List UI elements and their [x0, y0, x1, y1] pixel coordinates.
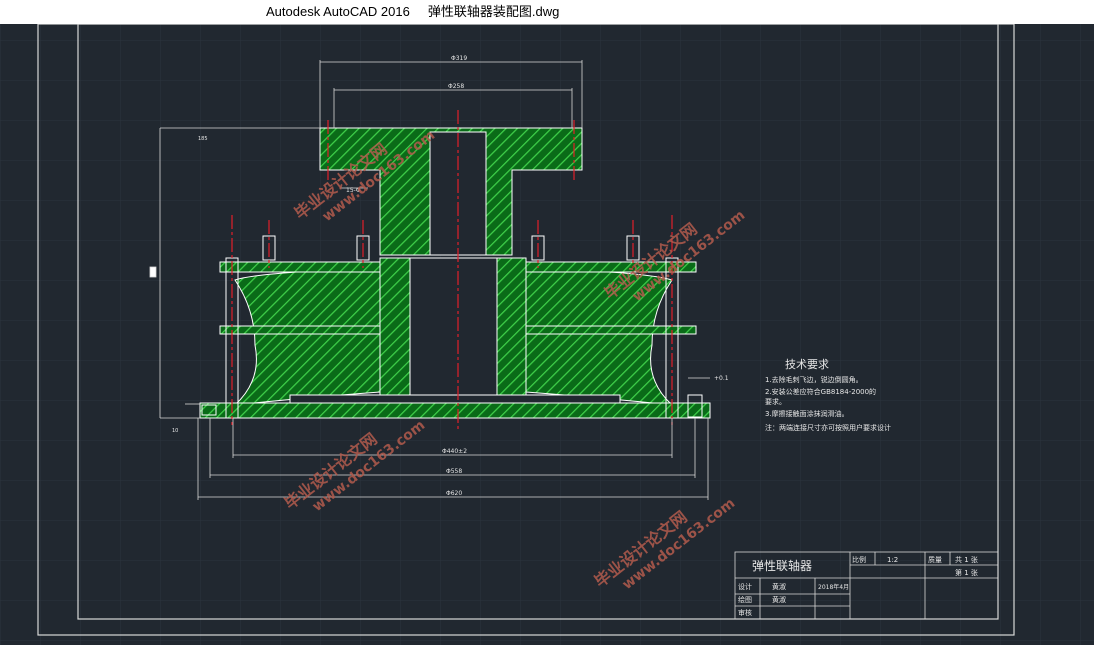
design-label: 设计 [738, 582, 752, 591]
tech-req-line-4: 3.摩擦接触面涂抹润滑油。 [765, 409, 849, 418]
dim-bottom-small: 10 [172, 428, 178, 434]
dim-top-outer: Φ319 [451, 55, 467, 62]
scale-label: 比例 [852, 555, 866, 564]
drawing-canvas[interactable]: Φ319 Φ258 15-Φ +0.1 185 10 Φ440±2 Φ558 Φ… [0, 24, 1094, 645]
dim-bottom-1: Φ440±2 [442, 448, 467, 455]
dim-left-height: 185 [198, 136, 208, 142]
tech-req-heading: 技术要求 [785, 358, 829, 371]
window-title: Autodesk AutoCAD 2016 弹性联轴器装配图.dwg [266, 4, 560, 19]
tech-req-line-1: 1.去除毛刺飞边，锐边倒圆角。 [765, 375, 863, 384]
review-label: 审核 [738, 608, 752, 617]
dim-bottom-2: Φ558 [446, 468, 462, 475]
scale-value: 1:2 [887, 556, 898, 564]
design-date: 2018年4月 [818, 583, 849, 591]
total-sheets: 共 1 张 [955, 555, 978, 564]
tech-req-line-2: 2.安装公差应符合GB8184-2000的 [765, 387, 876, 396]
drawing-name: 弹性联轴器 [752, 558, 812, 573]
design-name: 黄淑 [772, 582, 786, 591]
dim-tolerance: +0.1 [714, 375, 729, 382]
draw-name: 黄淑 [772, 595, 786, 604]
tech-req-line-3: 要求。 [765, 397, 786, 406]
title-bar: Autodesk AutoCAD 2016 弹性联轴器装配图.dwg [0, 0, 1094, 24]
dim-bottom-3: Φ620 [446, 490, 462, 497]
dim-top-inner: Φ258 [448, 83, 464, 90]
tech-req-note: 注：两端连接尺寸亦可按照用户要求设计 [765, 423, 891, 432]
draw-label: 绘图 [738, 595, 752, 604]
weight-label: 质量 [928, 555, 942, 564]
sheet-number: 第 1 张 [955, 568, 978, 577]
